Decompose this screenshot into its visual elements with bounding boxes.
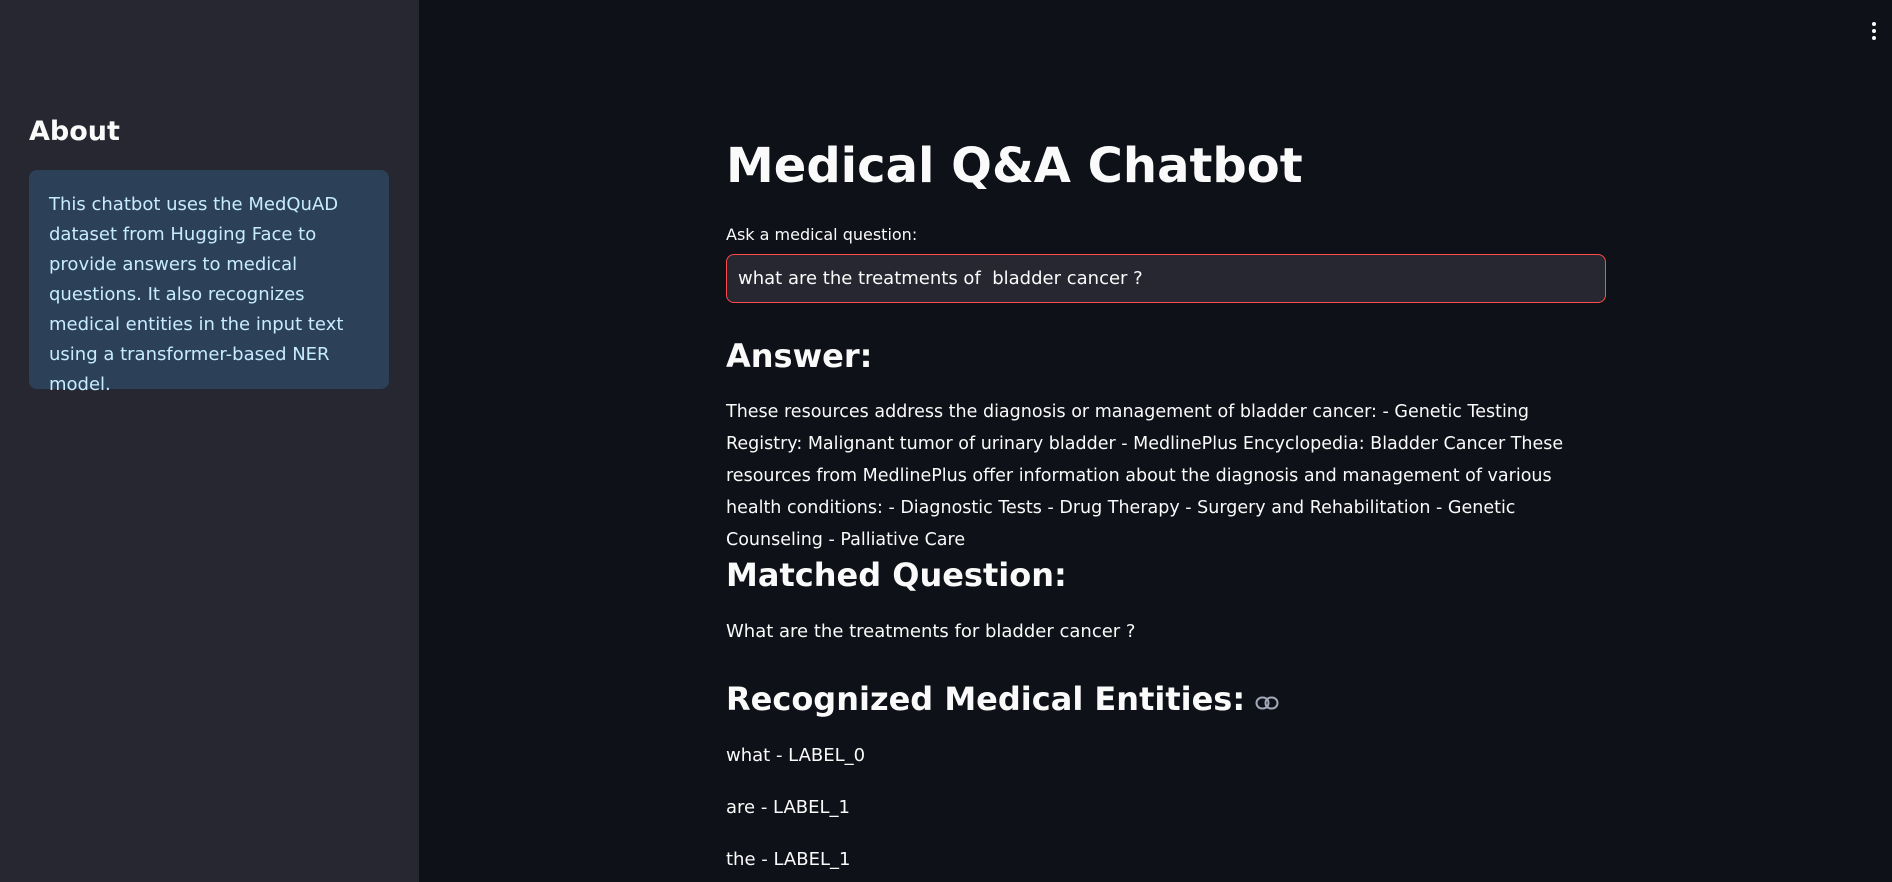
entity-item: the - LABEL_1 bbox=[726, 849, 851, 870]
entity-item: are - LABEL_1 bbox=[726, 797, 851, 818]
entities-heading-row: Recognized Medical Entities: bbox=[726, 678, 1279, 720]
question-input-label: Ask a medical question: bbox=[726, 225, 918, 244]
answer-text: These resources address the diagnosis or… bbox=[726, 402, 1564, 550]
matched-question-heading: Matched Question: bbox=[726, 556, 1067, 594]
sidebar-title: About bbox=[29, 116, 120, 147]
vertical-ellipsis-icon[interactable] bbox=[1868, 22, 1880, 46]
link-icon[interactable] bbox=[1255, 678, 1279, 720]
question-input[interactable] bbox=[726, 254, 1606, 303]
page-title: Medical Q&A Chatbot bbox=[726, 138, 1303, 194]
entity-item: what - LABEL_0 bbox=[726, 745, 866, 766]
matched-question-text: What are the treatments for bladder canc… bbox=[726, 621, 1136, 642]
app-root: About This chatbot uses the MedQuAD data… bbox=[0, 0, 1892, 882]
about-info-box: This chatbot uses the MedQuAD dataset fr… bbox=[29, 170, 389, 395]
entities-heading: Recognized Medical Entities: bbox=[726, 680, 1246, 718]
answer-heading: Answer: bbox=[726, 337, 873, 375]
main-area: Medical Q&A Chatbot Ask a medical questi… bbox=[419, 0, 1892, 882]
sidebar: About This chatbot uses the MedQuAD data… bbox=[0, 0, 419, 882]
